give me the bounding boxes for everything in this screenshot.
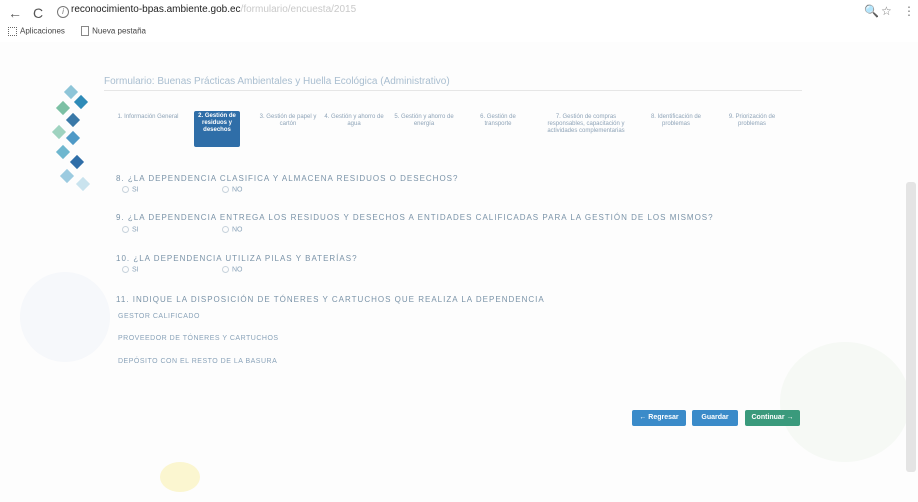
step-4[interactable]: 4. Gestión y ahorro de agua <box>322 114 386 128</box>
bookmark-apps[interactable]: Aplicaciones <box>20 27 65 36</box>
background-decoration <box>20 272 110 362</box>
decorative-logo <box>51 84 102 197</box>
bookmark-new-tab[interactable]: Nueva pestaña <box>92 27 146 36</box>
zoom-icon[interactable]: 🔍 <box>864 4 879 18</box>
scrollbar[interactable] <box>906 182 916 472</box>
address-bar[interactable]: reconocimiento-bpas.ambiente.gob.ec/form… <box>71 4 356 15</box>
q11-option-proveedor[interactable]: PROVEEDOR DE TÓNERES Y CARTUCHOS <box>118 335 279 342</box>
apps-grid-icon[interactable] <box>8 26 17 36</box>
continue-button[interactable]: Continuar → <box>745 410 800 426</box>
q9-no-option[interactable]: NO <box>222 226 243 233</box>
page-icon <box>81 26 90 36</box>
radio-button[interactable] <box>122 266 129 273</box>
radio-button[interactable] <box>222 226 229 233</box>
q11-option-label: PROVEEDOR DE TÓNERES Y CARTUCHOS <box>118 335 279 342</box>
page-content: Formulario: Buenas Prácticas Ambientales… <box>0 42 918 502</box>
url-host: reconocimiento-bpas.ambiente.gob.ec <box>71 4 241 15</box>
step-3[interactable]: 3. Gestión de papel y cartón <box>256 114 320 128</box>
q11-option-label: GESTOR CALIFICADO <box>118 313 200 320</box>
q9-no-label: NO <box>232 226 243 234</box>
q8-no-label: NO <box>232 186 243 194</box>
bookmarks-bar: Aplicaciones Nueva pestaña <box>8 26 146 36</box>
background-decoration <box>160 462 200 492</box>
info-icon[interactable]: i <box>57 6 69 18</box>
browser-chrome: ← C i reconocimiento-bpas.ambiente.gob.e… <box>0 0 918 42</box>
radio-button[interactable] <box>222 266 229 273</box>
question-9: 9. ¿LA DEPENDENCIA ENTREGA LOS RESIDUOS … <box>116 213 714 222</box>
step-5[interactable]: 5. Gestión y ahorro de energía <box>392 114 456 128</box>
url-path: /formulario/encuesta/2015 <box>240 4 357 15</box>
q11-option-gestor[interactable]: GESTOR CALIFICADO <box>118 313 200 320</box>
step-7[interactable]: 7. Gestión de compras responsables, capa… <box>546 114 626 135</box>
radio-button[interactable] <box>122 186 129 193</box>
step-1[interactable]: 1. Información General <box>116 114 180 121</box>
q9-yes-label: SI <box>132 226 139 234</box>
step-2-active[interactable]: 2. Gestión de residuos y desechos <box>194 111 240 147</box>
question-10: 10. ¿LA DEPENDENCIA UTILIZA PILAS Y BATE… <box>116 254 358 263</box>
q8-yes-label: SI <box>132 186 139 194</box>
question-8: 8. ¿LA DEPENDENCIA CLASIFICA Y ALMACENA … <box>116 174 459 183</box>
q11-option-label: DEPÓSITO CON EL RESTO DE LA BASURA <box>118 358 278 365</box>
q8-no-option[interactable]: NO <box>222 186 243 193</box>
form-title: Formulario: Buenas Prácticas Ambientales… <box>104 76 802 91</box>
background-decoration <box>780 342 910 462</box>
step-6[interactable]: 6. Gestión de transporte <box>466 114 530 128</box>
q10-no-label: NO <box>232 266 243 274</box>
q10-no-option[interactable]: NO <box>222 266 243 273</box>
step-9[interactable]: 9. Priorización de problemas <box>720 114 784 128</box>
q10-yes-label: SI <box>132 266 139 274</box>
q9-yes-option[interactable]: SI <box>122 226 139 233</box>
q11-option-deposito[interactable]: DEPÓSITO CON EL RESTO DE LA BASURA <box>118 358 277 365</box>
q8-yes-option[interactable]: SI <box>122 186 139 193</box>
save-button[interactable]: Guardar <box>692 410 738 426</box>
reload-icon[interactable]: C <box>33 5 43 21</box>
wizard-steps: 1. Información General 2. Gestión de res… <box>116 111 806 152</box>
step-8[interactable]: 8. Identificación de problemas <box>644 114 708 128</box>
back-arrow-icon[interactable]: ← <box>8 5 22 21</box>
star-icon[interactable]: ☆ <box>881 4 892 18</box>
back-button[interactable]: ← Regresar <box>632 410 686 426</box>
radio-button[interactable] <box>122 226 129 233</box>
menu-icon[interactable]: ⋮ <box>903 4 915 18</box>
question-11: 11. INDIQUE LA DISPOSICIÓN DE TÓNERES Y … <box>116 295 545 304</box>
radio-button[interactable] <box>222 186 229 193</box>
q10-yes-option[interactable]: SI <box>122 266 139 273</box>
